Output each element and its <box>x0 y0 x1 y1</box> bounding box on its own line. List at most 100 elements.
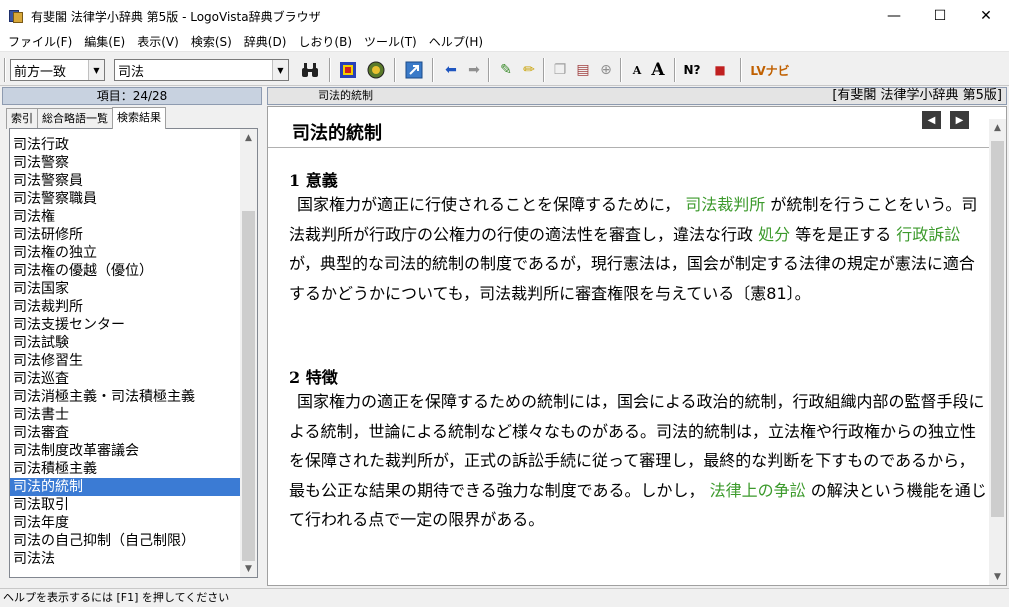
menu-edit[interactable]: 編集(E) <box>78 32 131 52</box>
list-item[interactable]: 司法警察員 <box>10 172 241 190</box>
list-item[interactable]: 司法権 <box>10 208 241 226</box>
scroll-down-icon[interactable]: ▼ <box>240 560 257 577</box>
list-item[interactable]: 司法取引 <box>10 496 241 514</box>
body-text: 等を是正する <box>795 224 892 244</box>
font-larger-button[interactable]: A <box>649 60 667 80</box>
list-item[interactable]: 司法権の優越（優位） <box>10 262 241 280</box>
menu-bookmark[interactable]: しおり(B) <box>292 32 358 52</box>
search-query-value: 司法 <box>118 64 145 80</box>
scroll-up-icon[interactable]: ▲ <box>240 129 257 146</box>
globe-icon[interactable] <box>367 61 385 79</box>
back-arrow-icon[interactable]: ⬅ <box>442 61 460 79</box>
list-item[interactable]: 司法巡査 <box>10 370 241 388</box>
forward-arrow-icon[interactable]: ➡ <box>465 61 483 79</box>
toolbar-separator <box>543 58 545 82</box>
section-body: 国家権力が適正に行使されることを保障するために， 司法裁判所 が統制を行うことを… <box>289 190 989 308</box>
menu-dictionary[interactable]: 辞典(D) <box>238 32 293 52</box>
list-scrollbar[interactable]: ▲ ▼ <box>240 129 257 577</box>
toolbar-separator <box>432 58 434 82</box>
list-item[interactable]: 司法審査 <box>10 424 241 442</box>
cross-reference-link[interactable]: 処分 <box>753 225 795 244</box>
lv-navi-button[interactable]: LVナビ <box>749 61 791 79</box>
toolbar: 前方一致 ▼ 司法 ▼ ⬅ ➡ ✎ ✏ ❐ ▤ ⊕ A A N? ■ LVナビ <box>0 53 1009 86</box>
toolbar-separator <box>740 58 742 82</box>
menu-file[interactable]: ファイル(F) <box>2 32 78 52</box>
body-text: 国家権力が適正に行使されることを保障するために， <box>297 195 681 214</box>
list-item[interactable]: 司法積極主義 <box>10 460 241 478</box>
body-text: が，典型的な司法的統制の制度であるが，現行憲法は，国会が制定する法律の規定が憲法… <box>289 254 975 303</box>
marker-icon[interactable]: ✏ <box>520 61 538 79</box>
print-icon[interactable]: ▤ <box>574 61 592 79</box>
chevron-down-icon[interactable]: ▼ <box>88 60 104 80</box>
list-item[interactable]: 司法警察 <box>10 154 241 172</box>
list-item[interactable]: 司法権の独立 <box>10 244 241 262</box>
search-mode-select[interactable]: 前方一致 ▼ <box>10 59 105 81</box>
binoculars-icon[interactable] <box>301 61 319 79</box>
list-item[interactable]: 司法行政 <box>10 136 241 154</box>
toolbar-separator <box>620 58 622 82</box>
pen-icon[interactable]: ✎ <box>497 61 515 79</box>
menu-bar: ファイル(F) 編集(E) 表示(V) 検索(S) 辞典(D) しおり(B) ツ… <box>0 32 1009 52</box>
menu-help[interactable]: ヘルプ(H) <box>423 32 489 52</box>
close-button[interactable]: ✕ <box>963 0 1009 32</box>
entry-content: 司法的統制 ◀ ▶ 1 意義 国家権力が適正に行使されることを保障するために， … <box>267 106 1007 586</box>
scrollbar-thumb[interactable] <box>991 141 1004 517</box>
list-item[interactable]: 司法研修所 <box>10 226 241 244</box>
content-header: 司法的統制 [有斐閣 法律学小辞典 第5版] <box>267 87 1007 105</box>
scroll-down-icon[interactable]: ▼ <box>989 568 1006 585</box>
list-item[interactable]: 司法法 <box>10 550 241 568</box>
title-bar: 有斐閣 法律学小辞典 第5版 - LogoVista辞典ブラウザ — ☐ ✕ <box>0 0 1009 32</box>
list-item[interactable]: 司法消極主義・司法積極主義 <box>10 388 241 406</box>
content-scrollbar[interactable]: ▲ ▼ <box>989 119 1006 585</box>
minimize-button[interactable]: — <box>871 0 917 32</box>
tab-search-results[interactable]: 検索結果 <box>112 107 166 129</box>
context-help-button[interactable]: N? <box>681 61 703 79</box>
zoom-icon[interactable]: ⊕ <box>597 61 615 79</box>
cross-reference-link[interactable]: 法律上の争訟 <box>705 481 811 500</box>
list-item[interactable]: 司法制度改革審議会 <box>10 442 241 460</box>
maximize-button[interactable]: ☐ <box>917 0 963 32</box>
copy-icon[interactable]: ❐ <box>551 61 569 79</box>
next-entry-icon[interactable]: ▶ <box>950 111 969 129</box>
title-divider <box>268 147 990 148</box>
menu-tools[interactable]: ツール(T) <box>358 32 423 52</box>
list-item[interactable]: 司法支援センター <box>10 316 241 334</box>
jump-icon[interactable] <box>405 61 423 79</box>
list-item[interactable]: 司法的統制 <box>10 478 241 496</box>
cross-reference-link[interactable]: 行政訴訟 <box>891 225 960 244</box>
bookmark-icon[interactable]: ■ <box>711 61 729 79</box>
list-item[interactable]: 司法裁判所 <box>10 298 241 316</box>
toolbar-separator <box>4 58 6 82</box>
cross-reference-link[interactable]: 司法裁判所 <box>680 195 770 214</box>
list-item[interactable]: 司法国家 <box>10 280 241 298</box>
window-title: 有斐閣 法律学小辞典 第5版 - LogoVista辞典ブラウザ <box>31 9 321 24</box>
entry-nav: ◀ ▶ <box>922 111 969 129</box>
result-list[interactable]: 司法行政 司法警察 司法警察員 司法警察職員 司法権 司法研修所 司法権の独立 司法権の優越（… <box>9 128 258 578</box>
section-heading: 2 特徴 <box>289 368 338 387</box>
list-item[interactable]: 司法警察職員 <box>10 190 241 208</box>
tab-index[interactable]: 索引 <box>6 108 38 129</box>
app-book-icon[interactable] <box>8 8 24 24</box>
toolbar-separator <box>329 58 331 82</box>
list-item[interactable]: 司法年度 <box>10 514 241 532</box>
breadcrumb: 司法的統制 <box>318 89 373 102</box>
scrollbar-thumb[interactable] <box>242 211 255 561</box>
tab-abbreviation-list[interactable]: 総合略語一覧 <box>37 108 113 129</box>
search-input[interactable]: 司法 ▼ <box>114 59 289 81</box>
item-count-header: 項目：24/28 <box>2 87 262 105</box>
previous-entry-icon[interactable]: ◀ <box>922 111 941 129</box>
list-item[interactable]: 司法試験 <box>10 334 241 352</box>
entry-title: 司法的統制 <box>292 123 382 144</box>
list-item[interactable]: 司法の自己抑制（自己制限） <box>10 532 241 550</box>
toolbar-separator <box>488 58 490 82</box>
list-item[interactable]: 司法書士 <box>10 406 241 424</box>
left-tabs: 索引 総合略語一覧 検索結果 <box>6 107 166 129</box>
scroll-up-icon[interactable]: ▲ <box>989 119 1006 136</box>
list-item[interactable]: 司法修習生 <box>10 352 241 370</box>
result-list-items: 司法行政 司法警察 司法警察員 司法警察職員 司法権 司法研修所 司法権の独立 司法権の優越（… <box>10 136 241 568</box>
chevron-down-icon[interactable]: ▼ <box>272 60 288 80</box>
dictionary-select-icon[interactable] <box>339 61 357 79</box>
menu-search[interactable]: 検索(S) <box>185 32 238 52</box>
font-smaller-button[interactable]: A <box>628 61 646 79</box>
menu-view[interactable]: 表示(V) <box>131 32 185 52</box>
